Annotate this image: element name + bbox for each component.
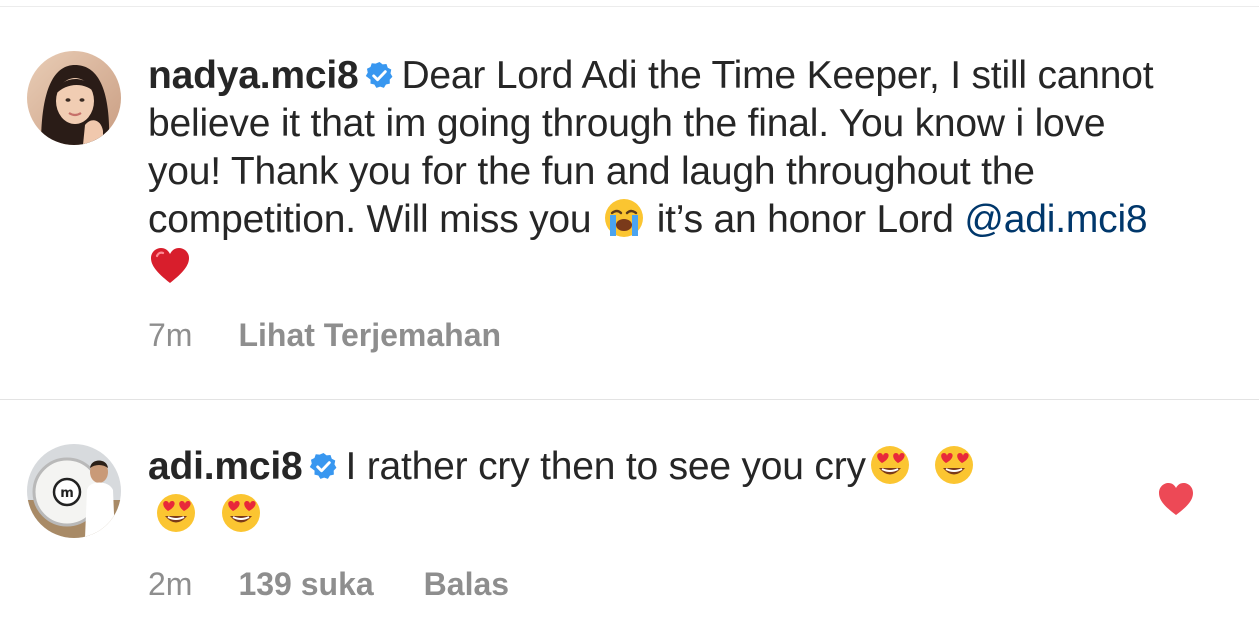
mention-link[interactable]: @adi.mci8: [964, 198, 1147, 241]
likes-count[interactable]: 139 suka: [238, 566, 373, 602]
comment-meta: 7m Lihat Terjemahan: [148, 317, 551, 354]
heart-eyes-face-icon: [221, 494, 260, 532]
comment-text: nadya.mci8 Dear Lord Adi the Time Keeper,…: [148, 52, 1158, 292]
red-heart-icon: [151, 248, 189, 283]
avatar[interactable]: [27, 51, 121, 145]
like-heart-icon[interactable]: [1157, 481, 1195, 517]
avatar[interactable]: m: [27, 444, 121, 538]
comment-meta: 2m 139 suka Balas: [148, 566, 559, 603]
loudly-crying-face-icon: [605, 199, 644, 237]
comment-username[interactable]: nadya.mci8: [148, 54, 359, 97]
verified-badge-icon: [366, 61, 393, 88]
comment-body: I rather cry then to see you cry: [345, 445, 866, 488]
heart-eyes-face-icon: [935, 446, 974, 484]
heart-eyes-face-icon: [870, 446, 909, 484]
comment-divider: [0, 399, 1259, 400]
reply-button[interactable]: Balas: [424, 566, 509, 602]
top-divider: [0, 6, 1259, 7]
comment-body-continued: it’s an honor Lord: [656, 198, 954, 241]
comment-timestamp: 2m: [148, 566, 193, 602]
verified-badge-icon: [310, 452, 337, 479]
comment-text: adi.mci8 I rather cry then to see you cry: [148, 443, 1138, 539]
svg-text:m: m: [60, 486, 74, 501]
comment-username[interactable]: adi.mci8: [148, 445, 303, 488]
heart-eyes-face-icon: [157, 494, 195, 532]
translate-link[interactable]: Lihat Terjemahan: [238, 317, 501, 353]
comment-timestamp: 7m: [148, 317, 193, 353]
